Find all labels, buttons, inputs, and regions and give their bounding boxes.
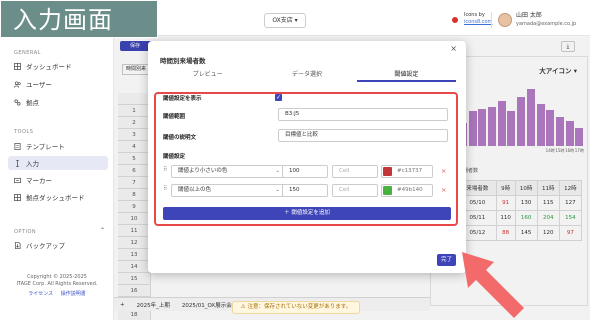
collapse-chevron-icon[interactable]: ⌃ — [100, 227, 105, 234]
operator-select[interactable]: 閾値以上の色 ⌄ — [171, 184, 285, 197]
sidebar-item-label: ダッシュボード — [26, 63, 72, 71]
threshold-value-input[interactable]: 150 — [282, 184, 328, 197]
location-icon — [14, 99, 21, 105]
add-threshold-button[interactable]: ＋ 閾値設定を追加 — [163, 207, 451, 220]
copyright-line: Copyright © 2025-2025 — [27, 274, 87, 280]
sidebar-section-option: OPTION — [14, 229, 37, 235]
unsaved-warning: ⚠ 注意：保存されていない変更があります。 — [232, 301, 360, 314]
threshold-value-input[interactable]: 100 — [282, 165, 328, 178]
operator-select[interactable]: 閾値より小さいの色 ⌄ — [171, 165, 285, 178]
sidebar-item-template[interactable]: テンプレート — [8, 139, 108, 153]
drag-handle-icon[interactable]: ⠿ — [163, 166, 167, 173]
icons-by-text: Icons by — [464, 12, 485, 18]
flag-icon — [452, 17, 458, 23]
sidebar-item-marker[interactable]: マーカー — [8, 173, 108, 187]
branch-selector[interactable]: OX支店 ▾ — [264, 13, 306, 28]
icons8-link[interactable]: icons8.com — [464, 19, 492, 26]
sidebar-item-label: バックアップ — [26, 242, 65, 250]
sidebar-item-dashboard[interactable]: ダッシュボード — [8, 59, 108, 73]
sidebar-item-label: ユーザー — [26, 81, 52, 89]
license-link[interactable]: ライセンス — [28, 291, 53, 297]
user-info[interactable]: 山田 太郎 yamada@example.co.jp — [516, 12, 576, 28]
tab-data-selection[interactable]: データ選択 — [257, 70, 356, 82]
threshold-condition-row: ⠿ 閾値より小さいの色 ⌄ 100 Cell #c13737 × — [161, 165, 451, 178]
sidebar-section-tools: TOOLS — [14, 129, 34, 135]
tab-threshold-settings[interactable]: 閾値設定 — [356, 70, 456, 82]
user-name: 山田 太郎 — [516, 12, 542, 19]
pointer-arrow-annotation — [462, 252, 524, 318]
users-icon — [14, 80, 21, 88]
modal-title: 時間別来場者数 — [160, 57, 206, 65]
manual-link[interactable]: 操作説明書 — [61, 291, 86, 297]
drag-handle-icon[interactable]: ⠿ — [163, 185, 167, 192]
marker-icon — [14, 177, 21, 183]
backup-icon — [14, 241, 21, 249]
copyright-line: ITAGE Corp. All Rights Reserved. — [16, 281, 98, 287]
sidebar-item-users[interactable]: ユーザー — [8, 77, 108, 91]
sidebar-footer: Copyright © 2025-2025 ITAGE Corp. All Ri… — [0, 274, 114, 298]
user-email: yamada@example.co.jp — [516, 21, 577, 27]
icons-credit: Icons by icons8.com — [464, 12, 492, 26]
sidebar: GENERAL ダッシュボード ユーザー 拠点 TOOLS テンプレート 入力 … — [0, 37, 114, 320]
threshold-settings-label: 閾値設定 — [163, 154, 186, 160]
cell-reference-input[interactable]: Cell — [332, 184, 378, 197]
header-divider — [491, 12, 492, 28]
delete-condition-icon[interactable]: × — [441, 184, 446, 197]
screen-title-badge: 入力画面 — [0, 0, 158, 38]
sidebar-item-backup[interactable]: バックアップ — [8, 238, 108, 252]
document-icon — [14, 142, 21, 150]
chevron-down-icon: ⌄ — [275, 187, 280, 193]
avatar[interactable] — [498, 13, 512, 27]
chevron-down-icon: ⌄ — [275, 168, 280, 174]
threshold-range-input[interactable]: B3:J5 — [278, 108, 448, 121]
text-cursor-icon — [16, 159, 19, 167]
threshold-description-label: 閾値の説明文 — [163, 135, 197, 141]
close-icon[interactable]: × — [450, 44, 457, 53]
done-button[interactable]: 完了 — [437, 254, 456, 266]
sidebar-item-location-dashboard[interactable]: 拠点ダッシュボード — [8, 190, 108, 204]
sidebar-item-label: マーカー — [26, 177, 52, 185]
threshold-condition-row: ⠿ 閾値以上の色 ⌄ 150 Cell #49b140 × — [161, 184, 451, 197]
footer-links: ライセンス 操作説明書 — [0, 291, 114, 298]
threshold-modal: × 時間別来場者数 プレビュー データ選択 閾値設定 閾値設定を表示 ✓ 閾値範… — [148, 41, 466, 273]
color-hex-input[interactable]: #49b140 — [381, 184, 433, 197]
branch-label: OX支店 — [272, 17, 293, 24]
sidebar-item-label: 拠点 — [26, 99, 39, 107]
grid-icon — [14, 62, 21, 70]
modal-tabs: プレビュー データ選択 閾値設定 — [158, 70, 456, 82]
delete-condition-icon[interactable]: × — [441, 165, 446, 178]
sidebar-item-label: 入力 — [26, 160, 39, 168]
sidebar-item-label: 拠点ダッシュボード — [26, 194, 85, 202]
sidebar-section-general: GENERAL — [14, 50, 41, 56]
sidebar-item-input[interactable]: 入力 — [8, 156, 108, 170]
grid-icon — [14, 193, 21, 201]
show-threshold-checkbox[interactable]: ✓ — [275, 94, 282, 101]
sidebar-item-locations[interactable]: 拠点 — [8, 95, 108, 109]
threshold-description-input[interactable]: 目標値と比較 — [278, 129, 448, 142]
cell-reference-input[interactable]: Cell — [332, 165, 378, 178]
color-hex-input[interactable]: #c13737 — [381, 165, 433, 178]
show-threshold-label: 閾値設定を表示 — [163, 96, 202, 102]
tab-preview[interactable]: プレビュー — [158, 70, 257, 82]
sidebar-item-label: テンプレート — [26, 143, 65, 151]
threshold-range-label: 閾値範囲 — [163, 114, 186, 120]
